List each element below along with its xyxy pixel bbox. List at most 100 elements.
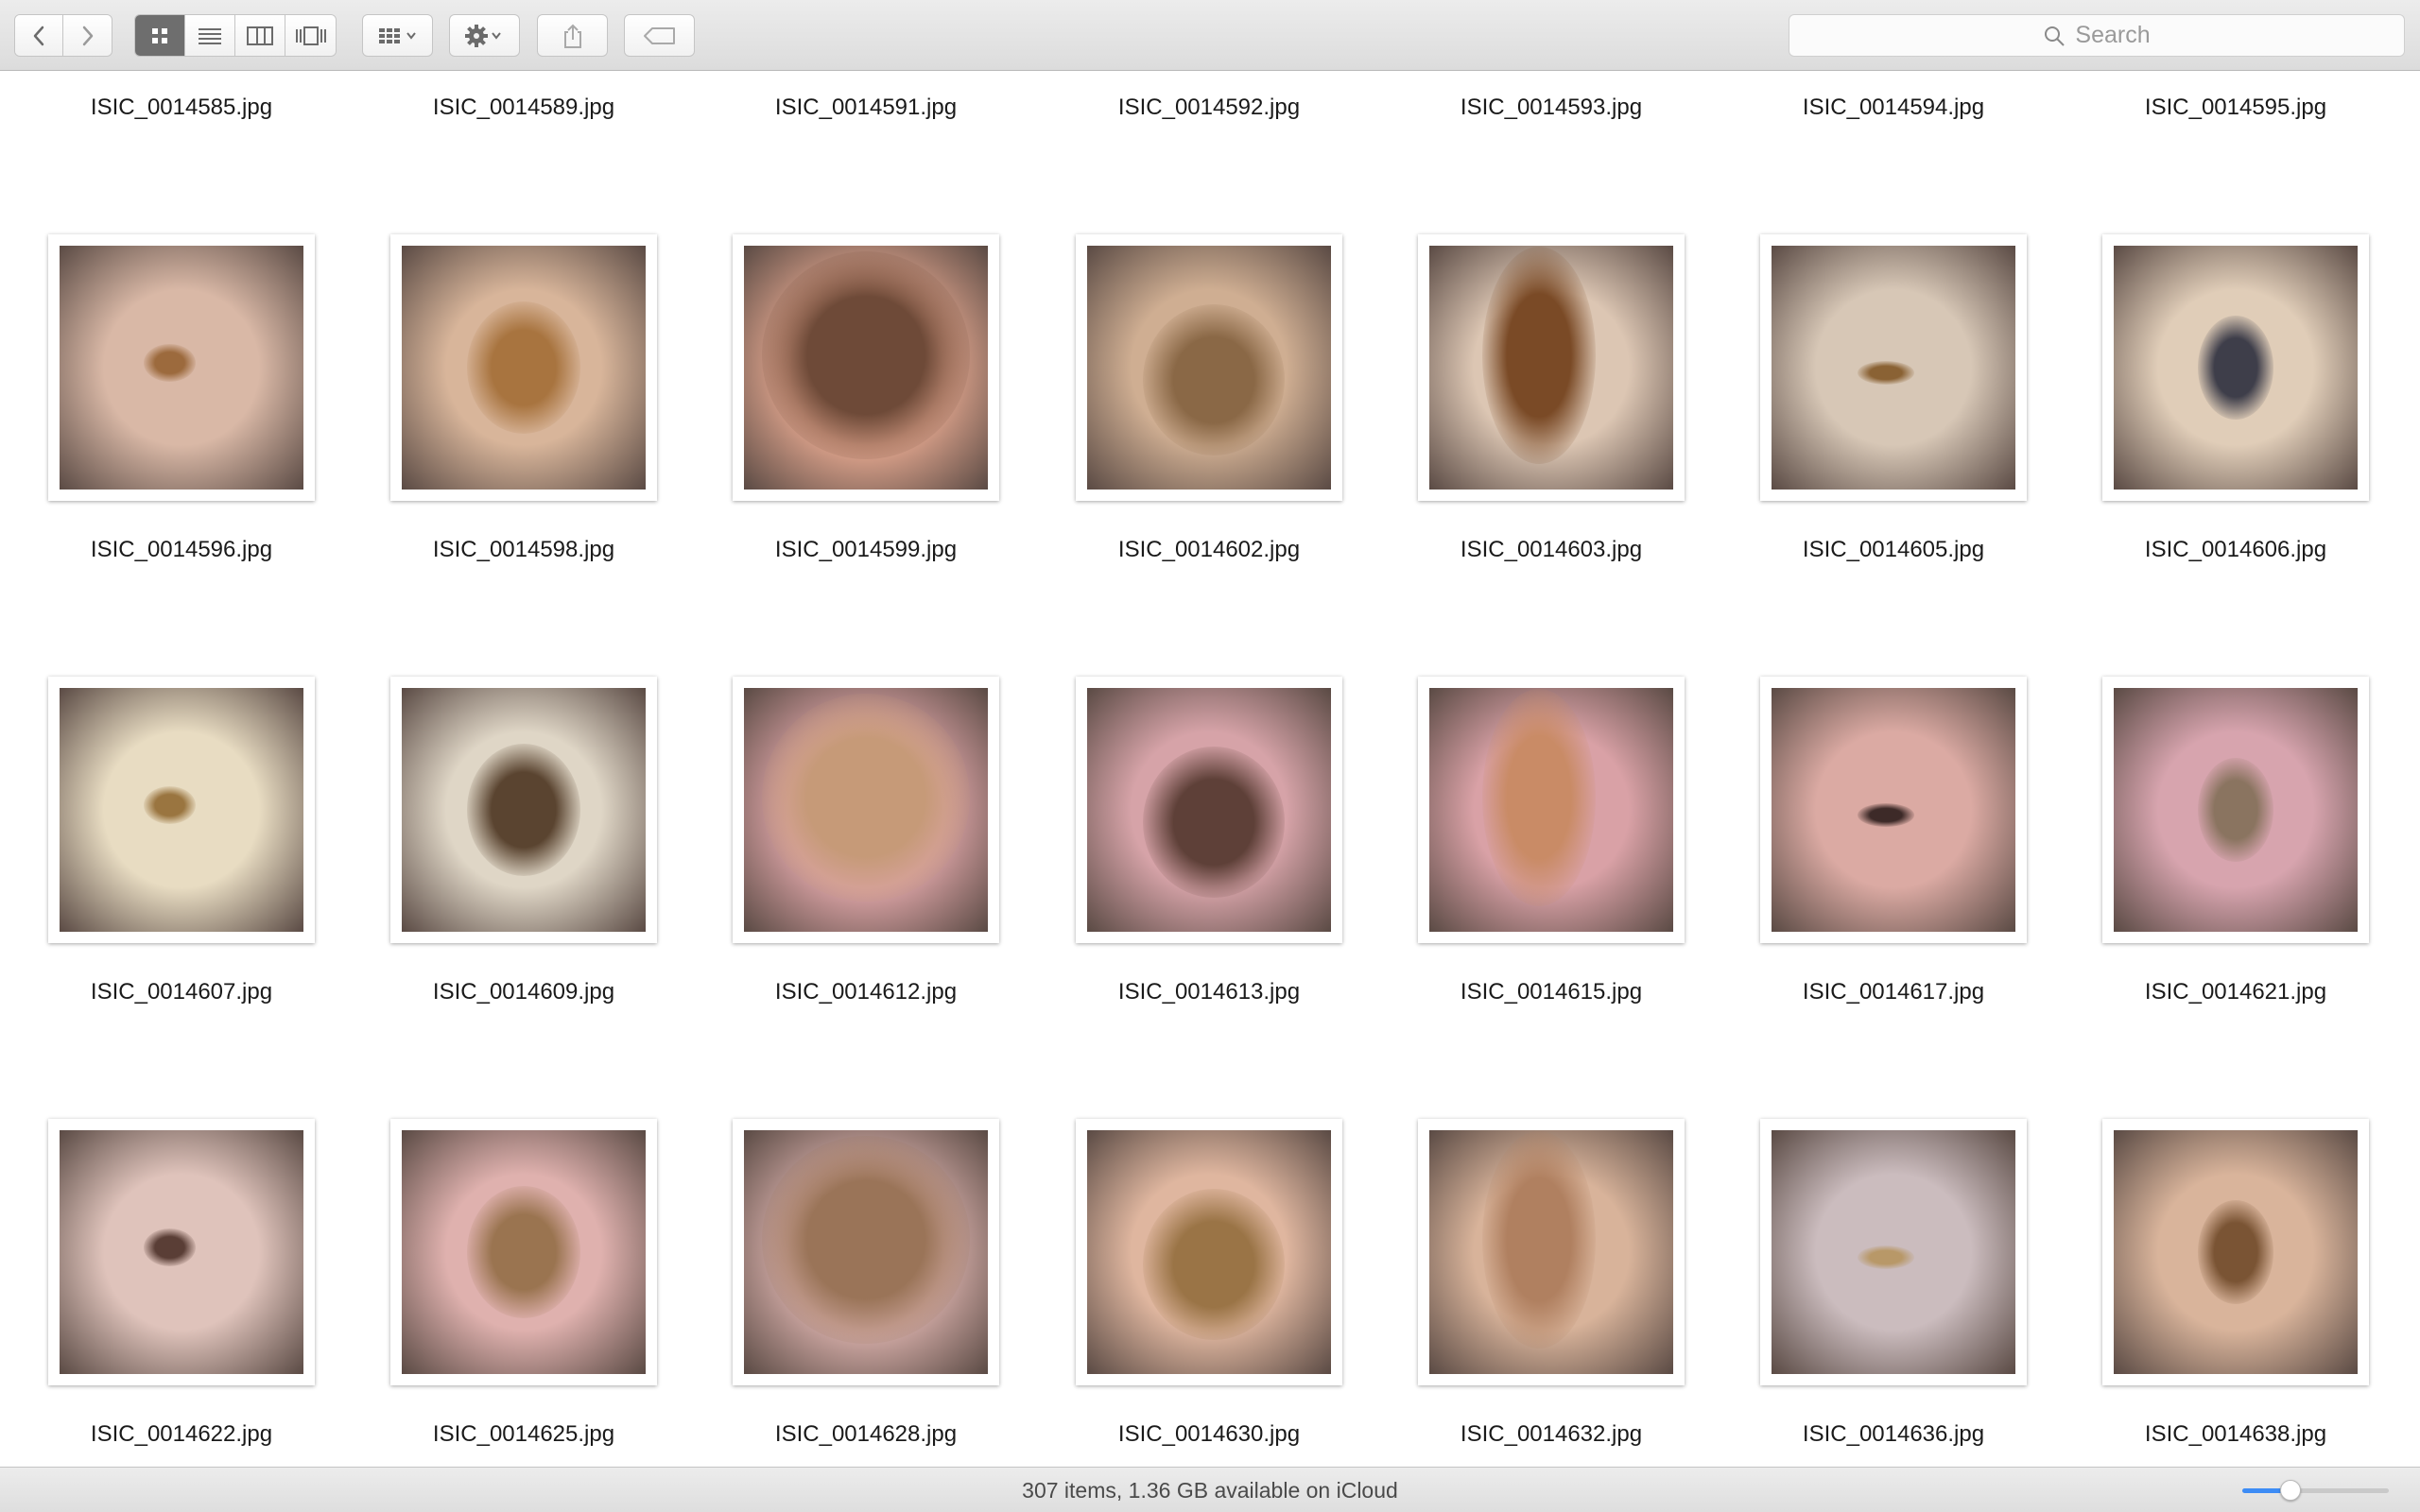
file-name-label[interactable]: ISIC_0014621.jpg xyxy=(2084,979,2387,1005)
coverflow-view-icon xyxy=(295,26,326,45)
file-name-label[interactable]: ISIC_0014636.jpg xyxy=(1742,1421,2045,1448)
file-name-label[interactable]: ISIC_0014622.jpg xyxy=(30,1421,333,1448)
search-field[interactable]: Search xyxy=(1789,14,2405,57)
file-thumbnail[interactable] xyxy=(48,234,315,501)
file-thumbnail[interactable] xyxy=(48,677,315,943)
file-thumbnail[interactable] xyxy=(1076,677,1342,943)
lesion-mark xyxy=(2198,316,2273,420)
slider-knob[interactable] xyxy=(2280,1480,2302,1501)
toolbar: Search xyxy=(0,0,2420,71)
file-thumbnail[interactable] xyxy=(48,1119,315,1385)
file-thumbnail[interactable] xyxy=(733,1119,999,1385)
lesion-mark xyxy=(2198,758,2273,862)
file-thumbnail[interactable] xyxy=(2102,677,2369,943)
file-thumbnail[interactable] xyxy=(1418,234,1685,501)
forward-icon xyxy=(82,26,93,45)
view-mode-selector xyxy=(134,14,337,57)
file-name-label[interactable]: ISIC_0014593.jpg xyxy=(1400,94,1703,121)
dermoscopy-image xyxy=(60,688,303,932)
file-name-label[interactable]: ISIC_0014617.jpg xyxy=(1742,979,2045,1005)
dermoscopy-image xyxy=(1429,1130,1673,1374)
dermoscopy-image xyxy=(2114,688,2358,932)
file-name-label[interactable]: ISIC_0014606.jpg xyxy=(2084,537,2387,563)
group-by-button[interactable] xyxy=(362,14,433,57)
file-name-label[interactable]: ISIC_0014615.jpg xyxy=(1400,979,1703,1005)
share-button[interactable] xyxy=(537,14,608,57)
file-name-label[interactable]: ISIC_0014596.jpg xyxy=(30,537,333,563)
file-name-label[interactable]: ISIC_0014594.jpg xyxy=(1742,94,2045,121)
dermoscopy-image xyxy=(60,246,303,490)
file-name-label[interactable]: ISIC_0014605.jpg xyxy=(1742,537,2045,563)
file-name-label[interactable]: ISIC_0014589.jpg xyxy=(372,94,675,121)
lesion-mark xyxy=(143,1228,196,1266)
lesion-mark xyxy=(467,301,580,434)
lesion-mark xyxy=(467,744,580,876)
column-view-icon xyxy=(247,26,273,45)
lesion-mark xyxy=(1858,802,1915,827)
lesion-mark xyxy=(762,1136,970,1345)
list-view-button[interactable] xyxy=(185,15,235,56)
lesion-mark xyxy=(1143,746,1286,898)
coverflow-view-button[interactable] xyxy=(285,15,336,56)
file-thumbnail[interactable] xyxy=(1760,677,2027,943)
lesion-mark xyxy=(143,785,196,824)
icon-size-slider[interactable] xyxy=(2242,1480,2389,1501)
back-icon xyxy=(33,26,44,45)
file-name-label[interactable]: ISIC_0014585.jpg xyxy=(30,94,333,121)
back-button[interactable] xyxy=(15,15,63,56)
dermoscopy-image xyxy=(744,688,988,932)
file-name-label[interactable]: ISIC_0014625.jpg xyxy=(372,1421,675,1448)
dermoscopy-image xyxy=(2114,246,2358,490)
file-thumbnail[interactable] xyxy=(1760,1119,2027,1385)
dermoscopy-image xyxy=(1087,246,1331,490)
file-thumbnail[interactable] xyxy=(2102,234,2369,501)
lesion-mark xyxy=(762,251,970,460)
file-name-label[interactable]: ISIC_0014598.jpg xyxy=(372,537,675,563)
dermoscopy-image xyxy=(744,1130,988,1374)
action-button[interactable] xyxy=(449,14,520,57)
file-name-label[interactable]: ISIC_0014602.jpg xyxy=(1058,537,1360,563)
file-thumbnail[interactable] xyxy=(1418,677,1685,943)
dermoscopy-image xyxy=(2114,1130,2358,1374)
dermoscopy-image xyxy=(60,1130,303,1374)
dermoscopy-image xyxy=(1087,688,1331,932)
file-name-label[interactable]: ISIC_0014591.jpg xyxy=(715,94,1017,121)
file-name-label[interactable]: ISIC_0014599.jpg xyxy=(715,537,1017,563)
file-name-label[interactable]: ISIC_0014607.jpg xyxy=(30,979,333,1005)
file-name-label[interactable]: ISIC_0014632.jpg xyxy=(1400,1421,1703,1448)
file-thumbnail[interactable] xyxy=(733,677,999,943)
lesion-mark xyxy=(1482,689,1597,907)
file-name-label[interactable]: ISIC_0014638.jpg xyxy=(2084,1421,2387,1448)
file-thumbnail[interactable] xyxy=(390,677,657,943)
file-name-label[interactable]: ISIC_0014628.jpg xyxy=(715,1421,1017,1448)
lesion-mark xyxy=(1858,1245,1915,1269)
file-grid: ISIC_0014585.jpg ISIC_0014589.jpg ISIC_001… xyxy=(0,72,2420,1467)
file-name-label[interactable]: ISIC_0014609.jpg xyxy=(372,979,675,1005)
file-thumbnail[interactable] xyxy=(733,234,999,501)
lesion-mark xyxy=(1482,247,1597,465)
lesion-mark xyxy=(1858,360,1915,385)
lesion-mark xyxy=(1143,303,1286,455)
file-thumbnail[interactable] xyxy=(390,1119,657,1385)
file-thumbnail[interactable] xyxy=(1076,1119,1342,1385)
column-view-button[interactable] xyxy=(235,15,285,56)
tags-button[interactable] xyxy=(624,14,695,57)
dermoscopy-image xyxy=(402,688,646,932)
file-name-label[interactable]: ISIC_0014613.jpg xyxy=(1058,979,1360,1005)
file-thumbnail[interactable] xyxy=(1760,234,2027,501)
file-thumbnail[interactable] xyxy=(1076,234,1342,501)
list-view-icon xyxy=(199,27,221,44)
file-name-label[interactable]: ISIC_0014595.jpg xyxy=(2084,94,2387,121)
file-thumbnail[interactable] xyxy=(2102,1119,2369,1385)
dermoscopy-image xyxy=(1087,1130,1331,1374)
lesion-mark xyxy=(1482,1131,1597,1349)
share-icon xyxy=(563,24,581,48)
file-name-label[interactable]: ISIC_0014603.jpg xyxy=(1400,537,1703,563)
file-thumbnail[interactable] xyxy=(390,234,657,501)
icon-view-button[interactable] xyxy=(135,15,185,56)
file-name-label[interactable]: ISIC_0014630.jpg xyxy=(1058,1421,1360,1448)
forward-button[interactable] xyxy=(63,15,112,56)
file-thumbnail[interactable] xyxy=(1418,1119,1685,1385)
file-name-label[interactable]: ISIC_0014592.jpg xyxy=(1058,94,1360,121)
file-name-label[interactable]: ISIC_0014612.jpg xyxy=(715,979,1017,1005)
